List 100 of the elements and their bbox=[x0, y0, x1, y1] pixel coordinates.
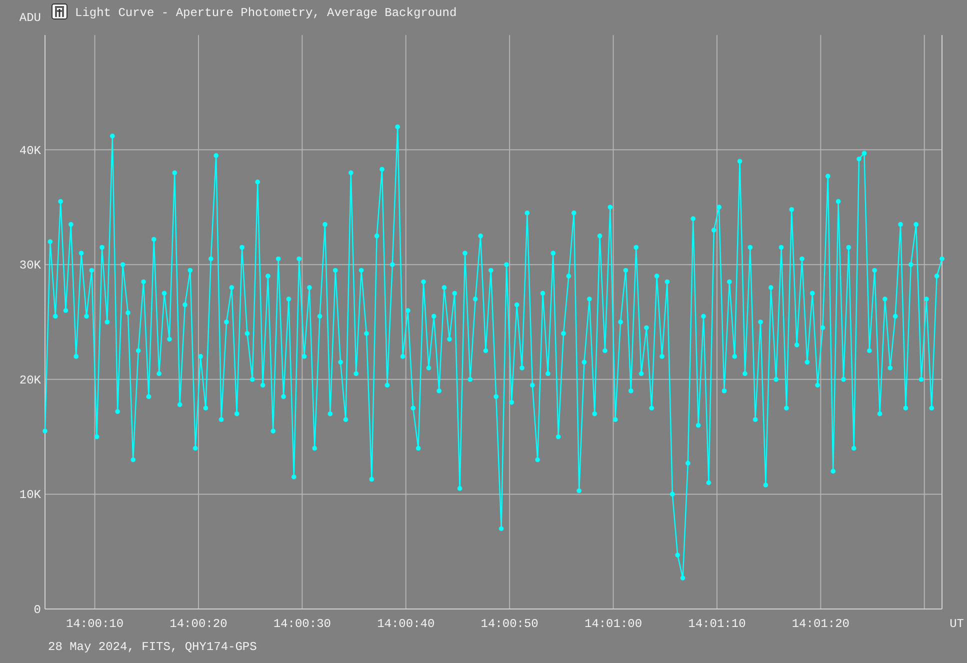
data-point bbox=[872, 268, 877, 273]
data-point bbox=[727, 279, 732, 284]
data-point bbox=[664, 279, 670, 284]
data-point bbox=[177, 402, 182, 408]
data-point bbox=[452, 290, 458, 296]
data-point bbox=[354, 371, 358, 376]
data-point bbox=[218, 417, 224, 422]
data-point bbox=[462, 250, 468, 256]
y-tick-label: 40K bbox=[19, 144, 41, 158]
data-point bbox=[395, 124, 400, 130]
y-tick-label: 30K bbox=[19, 258, 41, 273]
data-point bbox=[151, 236, 156, 242]
data-point bbox=[172, 170, 178, 176]
data-point bbox=[126, 310, 130, 316]
data-point bbox=[229, 285, 234, 290]
data-point bbox=[571, 210, 576, 216]
data-point bbox=[89, 268, 94, 273]
data-point bbox=[94, 434, 100, 440]
data-point bbox=[716, 204, 722, 210]
data-point bbox=[597, 234, 602, 238]
data-point bbox=[498, 526, 504, 532]
data-point bbox=[472, 296, 478, 302]
data-point bbox=[758, 320, 763, 324]
data-point bbox=[426, 366, 432, 370]
x-tick-label: 14:01:00 bbox=[584, 617, 642, 631]
data-point bbox=[680, 576, 686, 580]
data-point bbox=[903, 406, 908, 410]
data-point bbox=[338, 360, 343, 365]
data-point bbox=[343, 417, 348, 422]
data-point bbox=[888, 366, 893, 370]
x-tick-label: 14:00:50 bbox=[480, 617, 538, 631]
data-point bbox=[115, 409, 120, 414]
data-point bbox=[255, 180, 260, 184]
data-point bbox=[104, 320, 110, 324]
data-point bbox=[156, 371, 162, 376]
data-point bbox=[530, 382, 535, 388]
data-point bbox=[711, 228, 716, 233]
y-tick-label: 20K bbox=[19, 373, 41, 388]
data-point bbox=[198, 354, 203, 359]
x-tick-label: 14:01:10 bbox=[688, 617, 746, 631]
data-point bbox=[494, 394, 498, 400]
data-point bbox=[763, 482, 768, 488]
data-point bbox=[748, 244, 753, 250]
data-point bbox=[566, 274, 572, 278]
footer-caption: 28 May 2024, FITS, QHY174-GPS bbox=[48, 640, 257, 654]
data-point bbox=[100, 244, 104, 250]
data-point bbox=[421, 279, 426, 284]
data-point bbox=[654, 274, 660, 278]
data-point bbox=[457, 486, 462, 491]
data-point bbox=[364, 331, 369, 336]
data-point bbox=[328, 411, 333, 416]
data-point bbox=[561, 331, 566, 336]
data-point bbox=[556, 434, 561, 440]
data-point bbox=[612, 417, 618, 422]
data-point bbox=[110, 134, 115, 138]
data-point bbox=[84, 314, 89, 319]
data-point bbox=[141, 279, 146, 284]
data-point bbox=[535, 457, 540, 462]
data-point bbox=[192, 446, 198, 451]
data-point bbox=[851, 446, 856, 451]
data-point bbox=[830, 468, 836, 474]
data-point bbox=[546, 371, 550, 376]
y-axis-label: ADU bbox=[19, 11, 41, 25]
data-point bbox=[690, 216, 696, 222]
data-point bbox=[815, 382, 820, 388]
data-point bbox=[608, 204, 613, 210]
data-point bbox=[509, 400, 514, 405]
data-point bbox=[483, 348, 488, 354]
data-point bbox=[436, 388, 442, 394]
data-point bbox=[390, 262, 395, 267]
data-point bbox=[234, 411, 240, 416]
data-point bbox=[188, 268, 193, 273]
data-point bbox=[250, 377, 255, 382]
data-point bbox=[836, 199, 841, 204]
data-point bbox=[628, 388, 634, 394]
data-point bbox=[826, 174, 830, 179]
data-point bbox=[302, 354, 307, 359]
data-point bbox=[78, 250, 84, 256]
data-point bbox=[592, 411, 597, 416]
data-point bbox=[550, 250, 556, 256]
data-point bbox=[266, 274, 270, 278]
data-point bbox=[406, 308, 410, 313]
data-point bbox=[468, 377, 473, 382]
data-point bbox=[48, 239, 53, 244]
data-point bbox=[514, 302, 520, 308]
data-point bbox=[576, 488, 582, 494]
data-point bbox=[130, 457, 136, 462]
data-point bbox=[924, 296, 929, 302]
data-point bbox=[203, 406, 208, 410]
data-point bbox=[63, 308, 68, 313]
data-point bbox=[224, 320, 229, 324]
data-point bbox=[307, 285, 312, 290]
data-point bbox=[286, 296, 292, 302]
data-point bbox=[644, 325, 649, 330]
data-point bbox=[270, 428, 276, 434]
data-point bbox=[789, 207, 794, 212]
x-tick-label: 14:00:30 bbox=[273, 617, 331, 631]
data-point bbox=[841, 377, 846, 382]
data-point bbox=[794, 342, 800, 348]
chart-title: Light Curve - Aperture Photometry, Average Background bbox=[75, 6, 457, 20]
